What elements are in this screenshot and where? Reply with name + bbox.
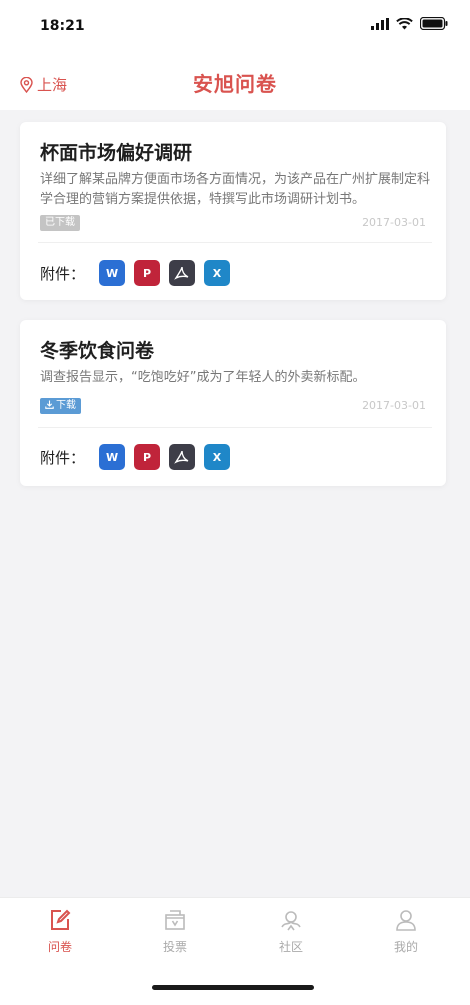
status-time: 18:21: [40, 18, 85, 34]
community-icon: [281, 911, 301, 931]
card-divider: [38, 427, 432, 428]
acrobat-icon: [174, 266, 189, 280]
battery-icon: [420, 17, 448, 30]
survey-card[interactable]: 冬季饮食问卷 调查报告显示，“吃饱吃好”成为了年轻人的外卖新标配。 下载 201…: [20, 320, 446, 486]
app-header: 上海 安旭问卷: [0, 52, 470, 110]
survey-title: 冬季饮食问卷: [40, 340, 155, 362]
ballot-box-icon: [165, 910, 185, 930]
tab-label: 社区: [278, 940, 303, 954]
ppt-file-icon[interactable]: P: [134, 444, 161, 470]
survey-date: 2017-03-01: [362, 399, 426, 412]
download-label: 下载: [56, 400, 76, 411]
downloaded-badge: 已下载: [40, 215, 80, 231]
survey-description: 调查报告显示，“吃饱吃好”成为了年轻人的外卖新标配。: [40, 370, 366, 385]
page-title: 安旭问卷: [193, 72, 277, 96]
download-icon: [45, 400, 54, 409]
tab-vote[interactable]: 投票: [135, 908, 215, 955]
tab-label: 投票: [162, 940, 187, 954]
tab-label: 问卷: [47, 940, 72, 954]
status-icons: [371, 17, 448, 30]
tab-label: 我的: [393, 940, 418, 954]
acrobat-icon: [174, 450, 189, 464]
edit-icon: [51, 909, 71, 930]
survey-card[interactable]: 杯面市场偏好调研 详细了解某品牌方便面市场各方面情况，为该产品在广州扩展制定科学…: [20, 122, 446, 300]
survey-description: 详细了解某品牌方便面市场各方面情况，为该产品在广州扩展制定科学合理的营销方案提供…: [40, 172, 431, 207]
word-file-icon[interactable]: W: [99, 260, 126, 286]
home-indicator: [152, 985, 314, 990]
tab-mine[interactable]: 我的: [366, 908, 446, 955]
download-button[interactable]: 下载: [40, 398, 81, 414]
excel-file-icon[interactable]: X: [204, 444, 231, 470]
attachments-row: 附件： W P X: [40, 260, 239, 286]
attachments-label: 附件：: [40, 448, 86, 467]
status-bar: 18:21: [0, 0, 470, 52]
wifi-icon: [396, 17, 413, 29]
card-divider: [38, 242, 432, 243]
excel-file-icon[interactable]: X: [204, 260, 231, 286]
ppt-file-icon[interactable]: P: [134, 260, 161, 286]
tab-community[interactable]: 社区: [251, 908, 331, 955]
word-file-icon[interactable]: W: [99, 444, 126, 470]
attachments-label: 附件：: [40, 264, 86, 283]
pdf-file-icon[interactable]: [169, 260, 196, 286]
signal-icon: [371, 17, 389, 30]
survey-date: 2017-03-01: [362, 216, 426, 229]
tab-survey[interactable]: 问卷: [20, 908, 100, 955]
user-icon: [396, 910, 416, 931]
attachments-row: 附件： W P X: [40, 444, 239, 470]
pdf-file-icon[interactable]: [169, 444, 196, 470]
survey-title: 杯面市场偏好调研: [40, 142, 193, 164]
